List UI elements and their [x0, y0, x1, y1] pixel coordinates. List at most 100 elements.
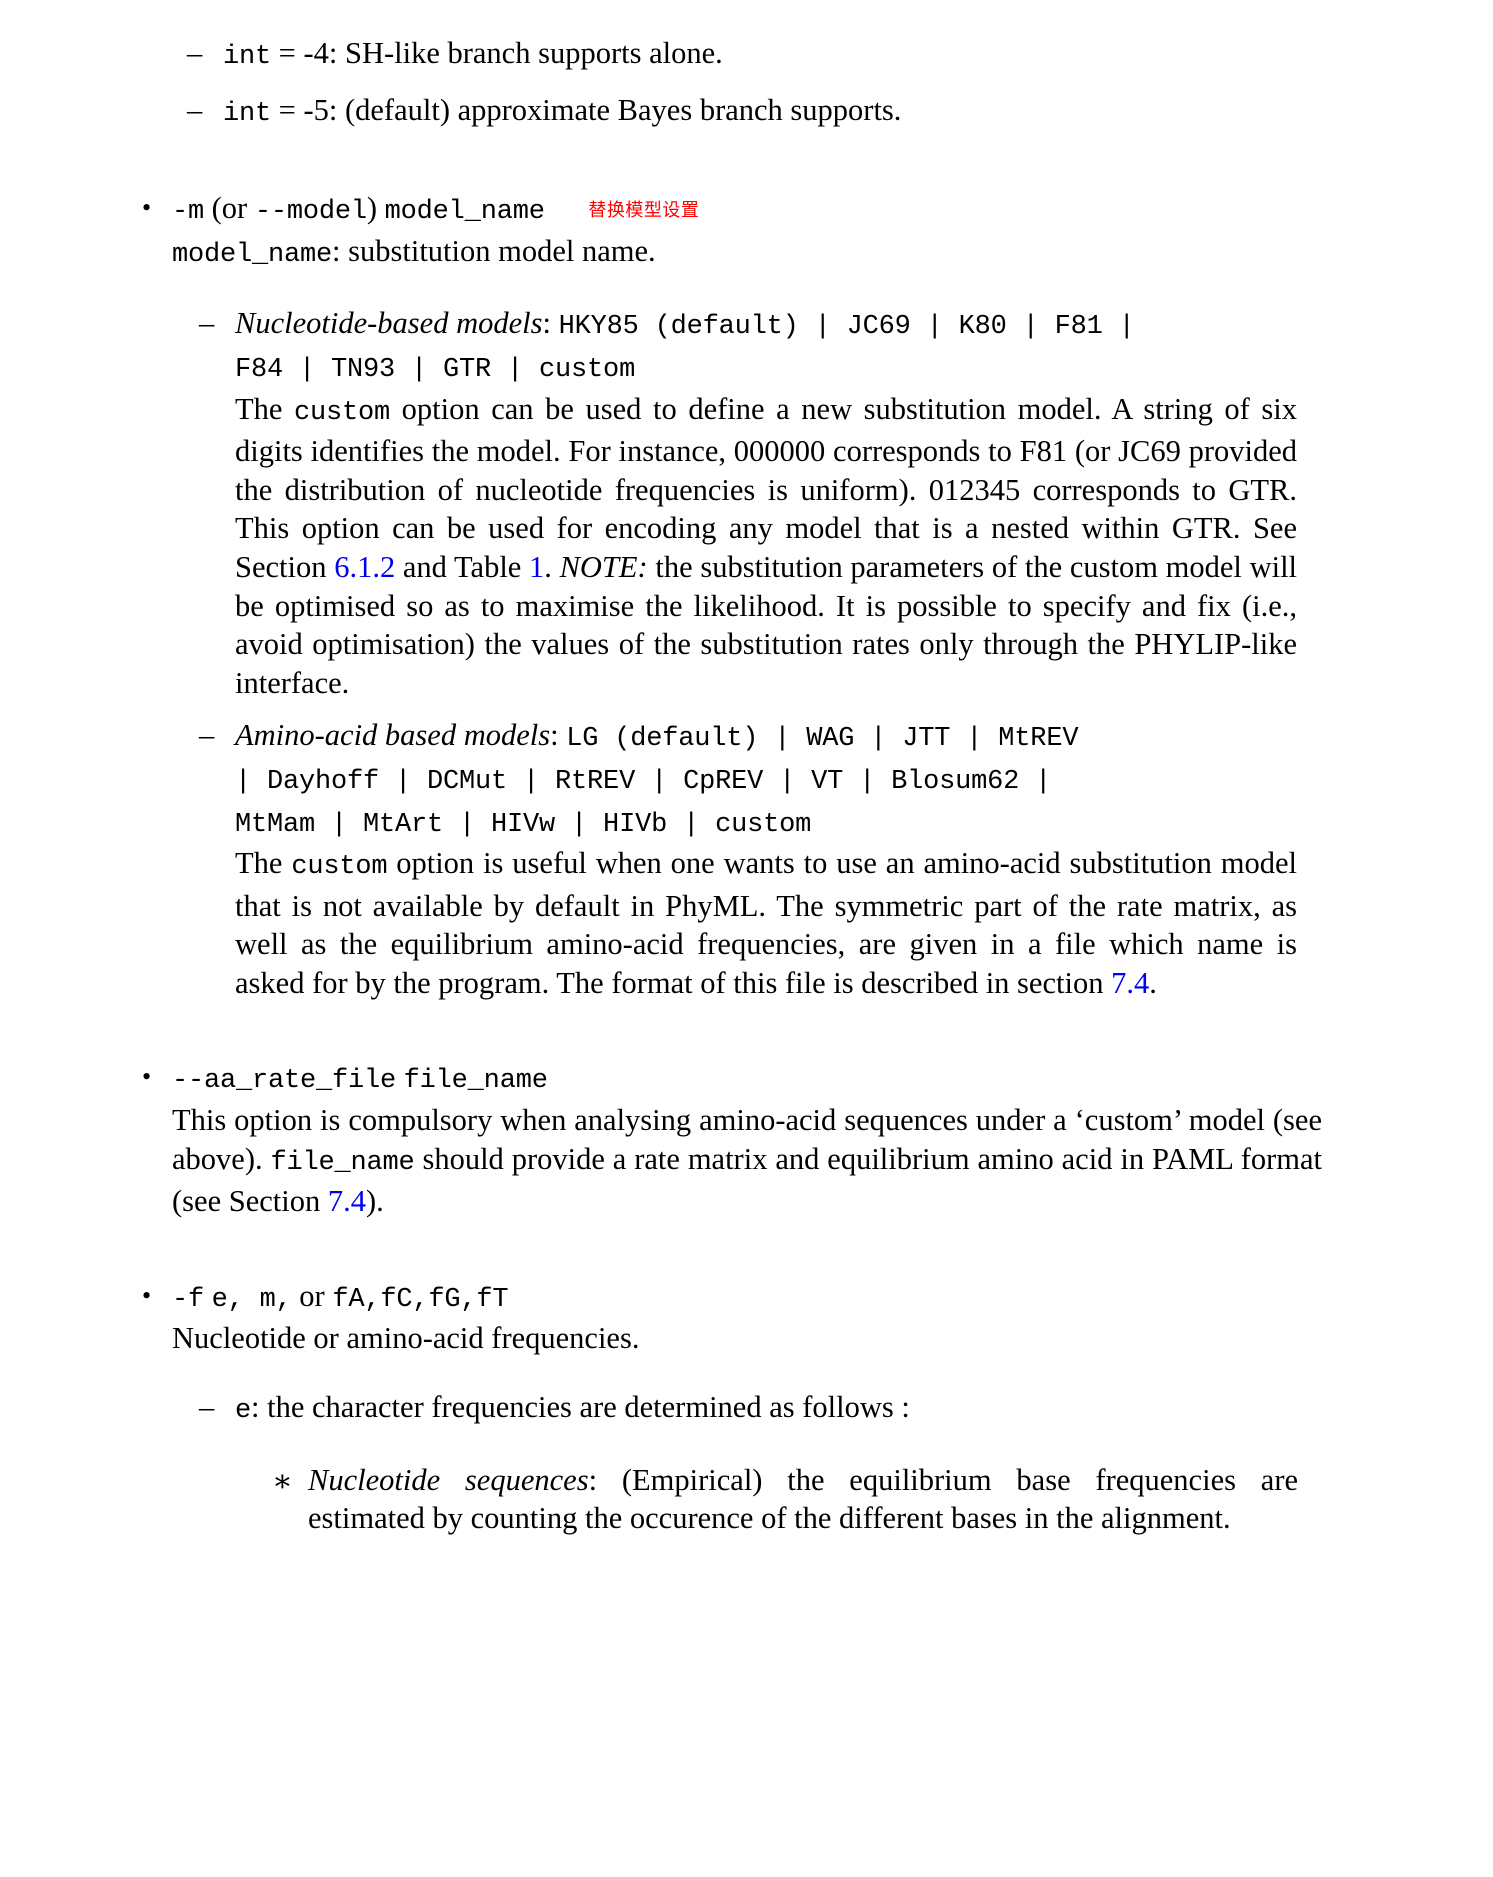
aminoacid-models-heading: Amino-acid based models: [235, 718, 551, 753]
dash-marker: –: [199, 306, 215, 341]
int-4-text: SH-like branch supports alone.: [344, 36, 723, 70]
model-flag-short: -m: [172, 197, 205, 228]
nucleotide-models-heading: Nucleotide-based models: [235, 306, 543, 341]
nucleotide-sequences-body: Nucleotide sequences: (Empirical) the eq…: [308, 1461, 1298, 1538]
colon: :: [542, 306, 551, 341]
bullet-marker: •: [142, 193, 152, 223]
chinese-annotation-model: 替换模型设置: [588, 200, 700, 222]
list-item-nucleotide-sequences: ∗ Nucleotide sequences: (Empirical) the …: [272, 1461, 1350, 1538]
nucleotide-sequences-heading: Nucleotide sequences: [308, 1462, 589, 1497]
list-item-nucleotide-models: – Nucleotide-based models: HKY85 (defaul…: [199, 304, 1350, 702]
dash-marker: –: [187, 36, 203, 70]
frequencies-opts-2: fA,fC,fG,fT: [332, 1284, 509, 1315]
custom-code: custom: [291, 852, 388, 883]
dash-marker: –: [199, 718, 215, 753]
para-period: .: [1149, 965, 1157, 1000]
aa-rate-file-flag: --aa_rate_file: [172, 1066, 397, 1097]
model-option-body: -m (or --model) model_name 替换模型设置 model_…: [172, 189, 1350, 274]
para-text-3: and Table: [402, 549, 522, 584]
list-item-int-4-body: int = -4: SH-like branch supports alone.: [223, 34, 1350, 77]
aa-rate-file-signature: --aa_rate_file file_name: [172, 1058, 1350, 1101]
frequencies-opts-1: e, m,: [211, 1284, 292, 1315]
list-item-frequencies-option: • -f e, m, or fA,fC,fG,fT Nucleotide or …: [142, 1277, 1350, 1358]
para-text-5: the substitution parameters of the custo…: [235, 549, 1298, 700]
model-name-description: model_name: substitution model name.: [172, 232, 1350, 275]
table-link-1[interactable]: 1: [529, 550, 544, 584]
page-content: – int = -4: SH-like branch supports alon…: [142, 34, 1350, 1538]
int-4-value: -4:: [303, 36, 338, 70]
dash-marker: –: [187, 92, 203, 127]
aminoacid-models-body: Amino-acid based models: LG (default) | …: [235, 716, 1350, 1002]
document-page: – int = -4: SH-like branch supports alon…: [0, 0, 1493, 1877]
int-code: int: [223, 98, 272, 129]
int-5-text: (default) approximate Bayes branch suppo…: [344, 92, 902, 127]
e-option-text: : the character frequencies are determin…: [251, 1390, 910, 1425]
list-item-int-5-body: int = -5: (default) approximate Bayes br…: [223, 91, 1350, 134]
nucleotide-models-list-1: HKY85 (default) | JC69 | K80 | F81 |: [558, 312, 1135, 343]
model-option-signature: -m (or --model) model_name 替换模型设置: [172, 189, 1350, 232]
list-item-frequencies-e: – e: the character frequencies are deter…: [199, 1388, 1350, 1431]
aminoacid-models-line3: MtMam | MtArt | HIVw | HIVb | custom: [235, 802, 1350, 845]
note-label: NOTE:: [559, 549, 648, 584]
equals-sign: =: [278, 92, 296, 127]
file-name-code: file_name: [270, 1147, 415, 1178]
frequencies-option-signature: -f e, m, or fA,fC,fG,fT: [172, 1277, 1350, 1320]
e-option-code: e: [235, 1396, 252, 1427]
list-item-aminoacid-models: – Amino-acid based models: LG (default) …: [199, 716, 1350, 1002]
list-item-int-5: – int = -5: (default) approximate Bayes …: [187, 91, 1350, 134]
aminoacid-models-list-2: | Dayhoff | DCMut | RtREV | CpREV | VT |…: [235, 766, 1052, 797]
aminoacid-models-list-3: MtMam | MtArt | HIVw | HIVb | custom: [235, 809, 812, 840]
section-link-74[interactable]: 7.4: [1111, 966, 1149, 1000]
list-item-model-option: • -m (or --model) model_name 替换模型设置 mode…: [142, 189, 1350, 274]
aa-rate-file-arg: file_name: [403, 1066, 548, 1097]
para-period: .: [544, 549, 552, 584]
aminoacid-models-line2: | Dayhoff | DCMut | RtREV | CpREV | VT |…: [235, 759, 1350, 802]
bullet-marker: •: [142, 1062, 152, 1092]
colon: :: [588, 1462, 598, 1497]
nucleotide-models-line1: Nucleotide-based models: HKY85 (default)…: [235, 304, 1350, 347]
list-item-aa-rate-file: • --aa_rate_file file_name This option i…: [142, 1058, 1350, 1220]
frequencies-e-body: e: the character frequencies are determi…: [235, 1388, 1350, 1431]
aa-rate-file-paragraph: This option is compulsory when analysing…: [172, 1101, 1322, 1221]
nucleotide-models-line2: F84 | TN93 | GTR | custom: [235, 347, 1350, 390]
dash-marker: –: [199, 1390, 215, 1425]
para-text-1: The: [235, 391, 283, 426]
model-name-desc-text: : substitution model name.: [332, 233, 656, 268]
model-name-arg: model_name: [384, 197, 545, 228]
custom-code: custom: [294, 397, 391, 428]
model-name-code: model_name: [172, 239, 333, 270]
paren-close: ): [366, 191, 378, 226]
model-flag-long: --model: [254, 197, 367, 228]
or-word: or: [299, 1278, 325, 1313]
frequencies-flag: -f: [172, 1284, 205, 1315]
frequencies-description: Nucleotide or amino-acid frequencies.: [172, 1321, 640, 1356]
para-close: ).: [365, 1184, 384, 1219]
bullet-marker: •: [142, 1280, 152, 1310]
colon: :: [550, 718, 559, 753]
nucleotide-custom-paragraph: The custom option can be used to define …: [235, 390, 1297, 703]
frequencies-option-body: -f e, m, or fA,fC,fG,fT Nucleotide or am…: [172, 1277, 1350, 1358]
equals-sign: =: [278, 36, 296, 70]
aminoacid-models-line1: Amino-acid based models: LG (default) | …: [235, 716, 1350, 759]
aminoacid-custom-paragraph: The custom option is useful when one wan…: [235, 844, 1297, 1002]
int-5-value: -5:: [303, 92, 338, 127]
list-item-int-4: – int = -4: SH-like branch supports alon…: [187, 34, 1350, 77]
nucleotide-models-body: Nucleotide-based models: HKY85 (default)…: [235, 304, 1350, 702]
para-text-1: The: [235, 846, 283, 881]
nucleotide-models-list-2: F84 | TN93 | GTR | custom: [235, 354, 636, 385]
asterisk-marker: ∗: [272, 1463, 293, 1498]
section-link-612[interactable]: 6.1.2: [334, 550, 395, 584]
section-link-74[interactable]: 7.4: [328, 1184, 366, 1218]
int-code: int: [223, 42, 272, 72]
paren-open-or: (or: [211, 191, 248, 226]
aminoacid-models-list-1: LG (default) | WAG | JTT | MtREV: [566, 724, 1079, 755]
aa-rate-file-body: --aa_rate_file file_name This option is …: [172, 1058, 1350, 1220]
